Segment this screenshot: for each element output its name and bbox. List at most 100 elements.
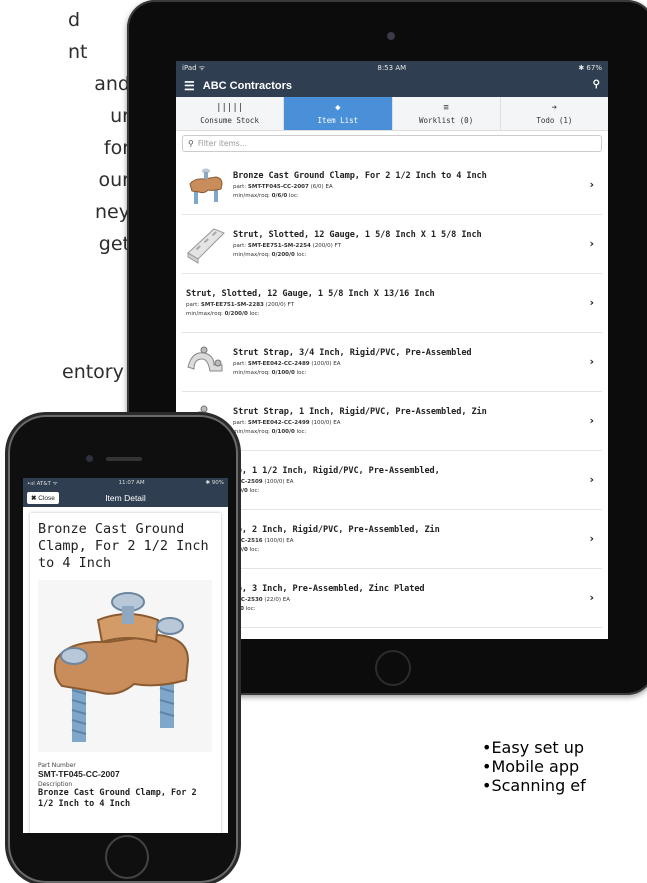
- chevron-right-icon: ›: [589, 355, 594, 368]
- feature-bullet: •Mobile app: [482, 757, 586, 776]
- tab-label: Item List: [317, 115, 359, 125]
- item-text: Strut, Slotted, 12 Gauge, 1 5/8 Inch X 1…: [186, 289, 602, 317]
- part-number-value: SMT-TF045-CC-2007: [38, 769, 120, 779]
- tab-bar: ||||| Consume Stock ◆ Item List ≡ Workli…: [176, 97, 608, 131]
- app-navbar: ☰ ABC Contractors ⚲: [176, 75, 608, 97]
- item-minmax: min/max/roq: 0/200/0 loc:: [233, 252, 602, 258]
- minmax-value: 0/100/0: [271, 429, 295, 435]
- minmax-label: min/max/roq:: [233, 252, 270, 258]
- home-button[interactable]: [105, 835, 149, 879]
- item-text: Strut, Slotted, 12 Gauge, 1 5/8 Inch X 1…: [233, 230, 602, 258]
- home-button[interactable]: [375, 650, 411, 686]
- feature-bullet: •Scanning ef: [482, 776, 586, 795]
- filter-input[interactable]: ⚲ Filter items...: [182, 135, 602, 152]
- part-number: SMT-EE042-CC-2499: [247, 420, 310, 426]
- filter-placeholder: Filter items...: [197, 139, 247, 148]
- item-part: part: SMT-EE042-CC-2509 (100/0) EA: [186, 479, 602, 485]
- item-row[interactable]: Strut, Slotted, 12 Gauge, 1 5/8 Inch X 1…: [182, 274, 602, 333]
- close-label: Close: [38, 494, 55, 502]
- clamp-product-image: [38, 580, 212, 752]
- minmax-label: min/max/roq:: [186, 311, 223, 317]
- tab-label: Worklist (0): [419, 115, 474, 125]
- item-row[interactable]: Strut Strap, 3/4 Inch, Rigid/PVC, Pre-As…: [182, 333, 602, 392]
- bullet-text: Scanning ef: [491, 776, 586, 795]
- close-button[interactable]: ✖ Close: [27, 491, 59, 504]
- status-battery: ✱ 67%: [578, 64, 602, 72]
- item-minmax: min/max/roq: 0/100/0 loc:: [233, 370, 602, 376]
- status-bar: •ııl AT&T ᯤ 11:07 AM ✱ 90%: [23, 478, 228, 488]
- close-icon: ✖: [31, 494, 37, 502]
- tab-worklist[interactable]: ≡ Worklist (0): [393, 97, 501, 130]
- part-number: SMT-EE751-SM-2283: [200, 302, 264, 308]
- item-row[interactable]: Strut Strap, 3 Inch, Pre-Assembled, Zinc…: [182, 569, 602, 628]
- part-label: part:: [233, 420, 247, 426]
- tab-todo[interactable]: ➔ Todo (1): [501, 97, 608, 130]
- status-bar: iPad ᯤ 8:53 AM ✱ 67%: [176, 61, 608, 75]
- item-title: Strut Strap, 3/4 Inch, Rigid/PVC, Pre-As…: [233, 348, 472, 358]
- item-row[interactable]: Strut Strap, 2 Inch, Rigid/PVC, Pre-Asse…: [182, 510, 602, 569]
- item-minmax: min/max/roq: 0/100/0 loc:: [233, 429, 602, 435]
- search-icon[interactable]: ⚲: [593, 79, 600, 90]
- loc-label: loc:: [288, 193, 299, 199]
- status-time: 8:53 AM: [377, 64, 407, 72]
- tab-label: Todo (1): [536, 115, 573, 125]
- list-icon: ≡: [443, 102, 449, 113]
- item-title: Strut, Slotted, 12 Gauge, 1 5/8 Inch X 1…: [186, 289, 435, 299]
- part-qty: (200/0) FT: [312, 243, 341, 249]
- part-qty: (100/0) EA: [311, 361, 341, 367]
- tab-label: Consume Stock: [200, 115, 259, 125]
- item-text: Strut Strap, 2 Inch, Rigid/PVC, Pre-Asse…: [186, 525, 602, 553]
- item-minmax: min/max/roq: 0/200/0 loc:: [186, 311, 602, 317]
- app-title: ABC Contractors: [202, 80, 292, 92]
- chevron-right-icon: ›: [589, 532, 594, 545]
- item-thumbnail: [184, 222, 227, 266]
- part-label: part:: [233, 184, 247, 190]
- item-title: Bronze Cast Ground Clamp, For 2 1/2 Inch…: [233, 171, 487, 181]
- item-list: Bronze Cast Ground Clamp, For 2 1/2 Inch…: [182, 156, 602, 628]
- item-thumbnail: [184, 163, 227, 207]
- item-row[interactable]: Strut Strap, 1 Inch, Rigid/PVC, Pre-Asse…: [182, 392, 602, 451]
- feature-bullet: •Easy set up: [482, 738, 586, 757]
- tag-icon: ◆: [335, 102, 341, 113]
- item-title: Strut Strap, 3 Inch, Pre-Assembled, Zinc…: [186, 584, 425, 594]
- loc-label: loc:: [245, 606, 256, 612]
- item-part: part: SMT-TF045-CC-2007 (6/0) EA: [233, 184, 602, 190]
- part-label: part:: [233, 361, 247, 367]
- part-qty: (100/0) EA: [264, 538, 294, 544]
- item-title: Strut Strap, 1 1/2 Inch, Rigid/PVC, Pre-…: [186, 466, 440, 476]
- item-minmax: min/max/roq: 0/30/0 loc:: [186, 606, 602, 612]
- loc-label: loc:: [249, 488, 260, 494]
- item-minmax: min/max/roq: 0/100/0 loc:: [186, 547, 602, 553]
- item-part: part: SMT-EE042-CC-2489 (100/0) EA: [233, 361, 602, 367]
- loc-label: loc:: [249, 547, 260, 553]
- item-row[interactable]: Strut, Slotted, 12 Gauge, 1 5/8 Inch X 1…: [182, 215, 602, 274]
- item-detail-card: Bronze Cast Ground Clamp, For 2 1/2 Inch…: [30, 513, 221, 833]
- item-text: Strut Strap, 1 1/2 Inch, Rigid/PVC, Pre-…: [186, 466, 602, 494]
- chevron-right-icon: ›: [589, 296, 594, 309]
- bullet-text: Mobile app: [491, 757, 580, 776]
- item-row[interactable]: Strut Strap, 1 1/2 Inch, Rigid/PVC, Pre-…: [182, 451, 602, 510]
- ipad-screen: iPad ᯤ 8:53 AM ✱ 67% ☰ ABC Contractors ⚲…: [176, 61, 608, 639]
- tab-consume-stock[interactable]: ||||| Consume Stock: [176, 97, 285, 130]
- part-qty: (100/0) EA: [311, 420, 341, 426]
- item-title: Strut Strap, 2 Inch, Rigid/PVC, Pre-Asse…: [186, 525, 440, 535]
- description-value: Bronze Cast Ground Clamp, For 2 1/2 Inch…: [38, 788, 197, 809]
- item-text: Bronze Cast Ground Clamp, For 2 1/2 Inch…: [233, 171, 602, 199]
- arrow-right-icon: ➔: [551, 102, 558, 113]
- item-row[interactable]: Bronze Cast Ground Clamp, For 2 1/2 Inch…: [182, 156, 602, 215]
- description-label: Description: [38, 781, 73, 788]
- chevron-right-icon: ›: [589, 414, 594, 427]
- minmax-label: min/max/roq:: [233, 370, 270, 376]
- loc-label: loc:: [296, 370, 307, 376]
- bullet-text: Easy set up: [491, 738, 585, 757]
- loc-label: loc:: [296, 429, 307, 435]
- camera-icon: [387, 32, 395, 40]
- item-minmax: min/max/roq: 0/6/0 loc:: [233, 193, 602, 199]
- menu-icon[interactable]: ☰: [184, 79, 195, 93]
- item-text: Strut Strap, 1 Inch, Rigid/PVC, Pre-Asse…: [233, 407, 602, 435]
- iphone-screen: •ııl AT&T ᯤ 11:07 AM ✱ 90% ✖ Close Item …: [23, 478, 228, 833]
- tab-item-list[interactable]: ◆ Item List: [284, 97, 393, 130]
- status-carrier: •ııl AT&T ᯤ: [27, 481, 58, 487]
- part-qty: (100/0) EA: [264, 479, 294, 485]
- loc-label: loc:: [249, 311, 260, 317]
